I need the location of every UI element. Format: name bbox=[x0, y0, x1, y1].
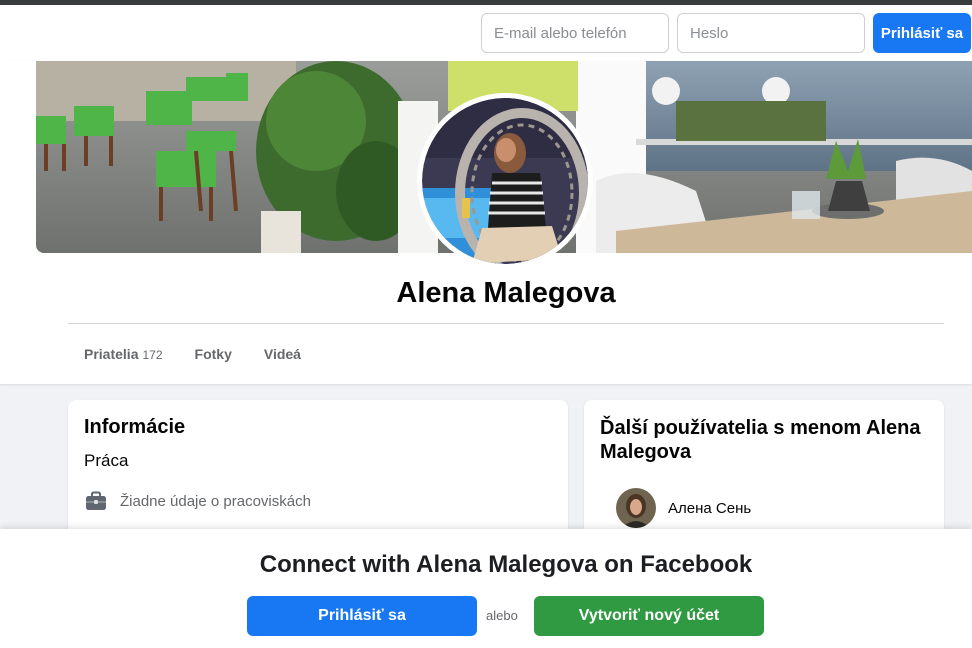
top-login-bar: Prihlásiť sa bbox=[0, 5, 972, 61]
tab-photos-label: Fotky bbox=[194, 346, 232, 362]
connect-title: Connect with Alena Malegova on Facebook bbox=[259, 551, 753, 578]
other-users-card: Ďalší používatelia s menom Alena Malegov… bbox=[584, 400, 944, 550]
tab-videos[interactable]: Videá bbox=[248, 331, 317, 377]
tab-photos[interactable]: Fotky bbox=[179, 331, 248, 377]
tab-friends-label: Priatelia bbox=[84, 346, 139, 362]
tab-videos-label: Videá bbox=[263, 346, 301, 362]
profile-avatar-image bbox=[422, 98, 588, 264]
profile-avatar[interactable] bbox=[417, 93, 593, 269]
tab-friends[interactable]: Priatelia 172 bbox=[68, 331, 179, 377]
profile-tabs: Priatelia 172 Fotky Videá bbox=[68, 331, 317, 377]
profile-header: Alena Malegova Priatelia 172 Fotky Videá bbox=[0, 61, 972, 384]
create-account-button[interactable]: Vytvoriť nový účet bbox=[534, 596, 764, 636]
work-row: Žiadne údaje o pracoviskách bbox=[84, 489, 311, 513]
profile-name: Alena Malegova bbox=[396, 277, 616, 309]
connect-bar: Connect with Alena Malegova on Facebook … bbox=[0, 529, 972, 648]
email-input[interactable] bbox=[481, 13, 669, 53]
work-heading: Práca bbox=[84, 451, 129, 470]
connect-login-button[interactable]: Prihlásiť sa bbox=[247, 596, 477, 636]
avatar[interactable] bbox=[616, 488, 656, 528]
person-name: Алена Сень bbox=[668, 499, 752, 517]
avatar-image bbox=[616, 488, 656, 528]
other-users-title: Ďalší používatelia s menom Alena Malegov… bbox=[600, 417, 921, 463]
work-empty-text: Žiadne údaje o pracoviskách bbox=[120, 492, 311, 510]
tab-friends-count: 172 bbox=[142, 348, 163, 362]
or-text: alebo bbox=[486, 608, 518, 623]
info-card: Informácie Práca Žiadne údaje o pracovis… bbox=[68, 400, 568, 550]
header-divider bbox=[68, 323, 944, 324]
briefcase-icon bbox=[86, 491, 106, 510]
login-button[interactable]: Prihlásiť sa bbox=[873, 13, 971, 53]
list-item[interactable]: Алена Сень bbox=[616, 488, 751, 528]
info-card-title: Informácie bbox=[84, 416, 186, 438]
password-input[interactable] bbox=[677, 13, 865, 53]
